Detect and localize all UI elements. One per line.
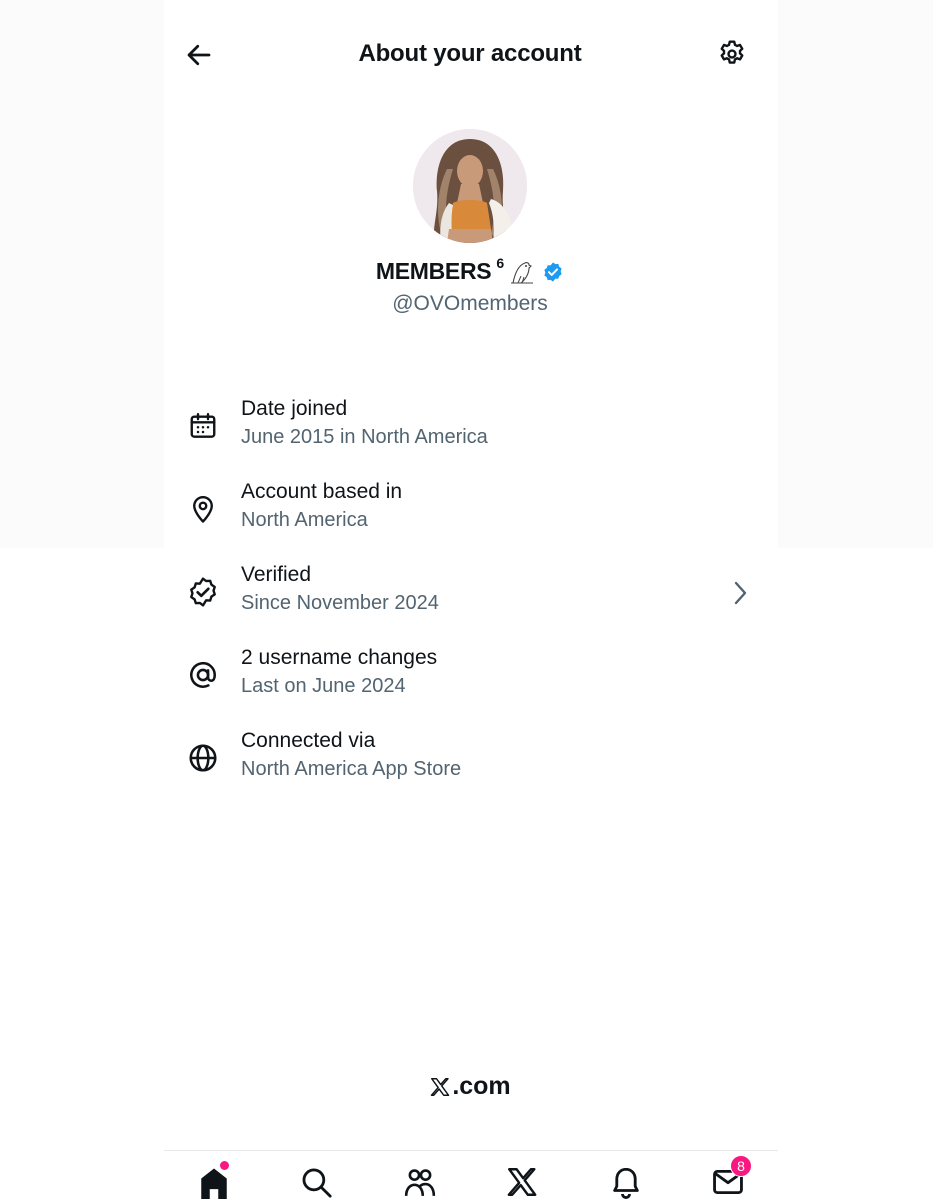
messages-badge: 8 — [730, 1155, 752, 1177]
avatar[interactable] — [413, 129, 527, 243]
communities-icon — [404, 1169, 436, 1196]
info-item-verified[interactable]: Verified Since November 2024 — [180, 563, 760, 633]
location-pin-icon — [186, 492, 220, 526]
info-title: Connected via — [241, 729, 376, 752]
info-title: Date joined — [241, 397, 348, 420]
display-name-row: MEMBERS 6 — [280, 254, 660, 285]
brand-footer: .com — [330, 1072, 610, 1101]
bottom-nav: 8 — [164, 1151, 778, 1199]
verified-badge-icon[interactable] — [542, 261, 564, 283]
info-subtitle: Last on June 2024 — [241, 675, 406, 697]
nav-x-premium[interactable] — [500, 1165, 544, 1199]
info-item-account-based-in: Account based in North America — [180, 480, 760, 550]
info-item-username-changes: 2 username changes Last on June 2024 — [180, 646, 760, 716]
x-logo-icon — [507, 1168, 537, 1196]
owl-icon — [509, 259, 535, 285]
display-name-superscript: 6 — [496, 254, 505, 271]
info-title: Account based in — [241, 480, 403, 503]
globe-icon — [186, 741, 220, 775]
x-logo-icon — [431, 1077, 450, 1096]
username-handle: @OVOmembers — [392, 292, 548, 315]
back-button[interactable] — [180, 36, 218, 74]
nav-messages[interactable]: 8 — [706, 1155, 752, 1199]
nav-communities[interactable] — [398, 1165, 442, 1199]
info-item-connected-via: Connected via North America App Store — [180, 729, 760, 799]
info-subtitle: North America App Store — [241, 758, 462, 780]
info-title: Verified — [241, 563, 312, 586]
info-subtitle: June 2015 in North America — [241, 426, 488, 448]
nav-notifications[interactable] — [604, 1165, 648, 1199]
nav-search[interactable] — [294, 1165, 338, 1199]
info-title: 2 username changes — [241, 646, 438, 669]
info-subtitle: Since November 2024 — [241, 592, 439, 614]
display-name: MEMBERS — [375, 258, 492, 284]
search-icon — [302, 1168, 332, 1198]
page-title: About your account — [358, 40, 582, 67]
nav-home[interactable] — [192, 1161, 236, 1199]
chevron-right-icon[interactable] — [728, 577, 752, 609]
at-sign-icon — [186, 658, 220, 692]
about-account-screen: About your account MEMBERS 6 @OVOmembers… — [0, 0, 933, 1199]
gear-icon — [720, 40, 744, 64]
info-item-date-joined: Date joined June 2015 in North America — [180, 397, 760, 467]
verified-check-icon — [186, 575, 220, 609]
settings-button[interactable] — [712, 34, 752, 74]
info-subtitle: North America — [241, 509, 368, 531]
brand-domain: .com — [452, 1072, 511, 1100]
notifications-bell-icon — [613, 1167, 639, 1199]
arrow-left-icon — [187, 44, 211, 66]
home-notification-dot — [220, 1161, 229, 1170]
calendar-icon — [186, 409, 220, 443]
home-icon — [201, 1168, 227, 1199]
